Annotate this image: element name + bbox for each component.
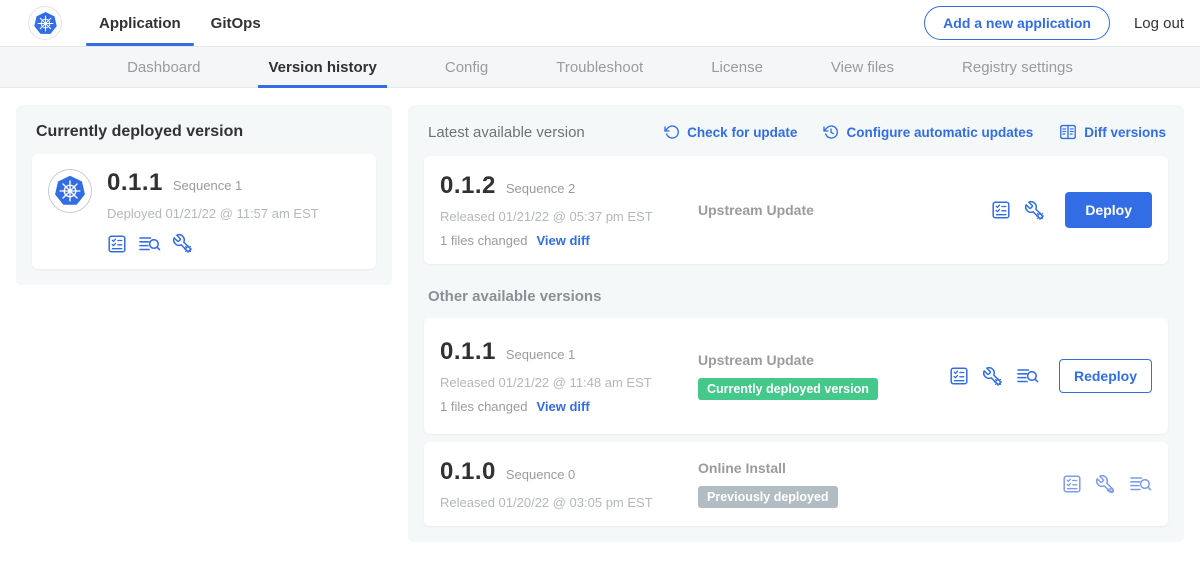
version-card-0-1-1: 0.1.1 Sequence 1 Released 01/21/22 @ 11:… <box>424 318 1168 434</box>
released-date: Released 01/20/22 @ 03:05 pm EST <box>440 495 698 510</box>
subnav-view-files[interactable]: View files <box>831 47 894 87</box>
version-card-0-1-2: 0.1.2 Sequence 2 Released 01/21/22 @ 05:… <box>424 156 1168 264</box>
deployed-version-number: 0.1.1 <box>107 169 163 197</box>
tab-application[interactable]: Application <box>84 0 196 46</box>
tab-gitops[interactable]: GitOps <box>196 0 276 46</box>
version-source-label: Upstream Update <box>698 352 949 368</box>
subnav-license[interactable]: License <box>711 47 763 87</box>
preflight-checklist-icon[interactable] <box>949 366 969 386</box>
subnav-troubleshoot[interactable]: Troubleshoot <box>556 47 643 87</box>
version-card-0-1-0: 0.1.0 Sequence 0 Released 01/20/22 @ 03:… <box>424 442 1168 526</box>
tab-gitops-label: GitOps <box>211 15 261 32</box>
top-nav: Application GitOps Add a new application… <box>0 0 1200 46</box>
sequence-label: Sequence 1 <box>506 347 575 362</box>
diff-icon <box>1059 123 1077 141</box>
version-number: 0.1.0 <box>440 458 496 486</box>
logout-link[interactable]: Log out <box>1134 15 1184 32</box>
previously-deployed-badge: Previously deployed <box>698 486 838 508</box>
app-kubernetes-icon <box>48 169 92 213</box>
sequence-label: Sequence 2 <box>506 181 575 196</box>
version-number: 0.1.2 <box>440 172 496 200</box>
files-changed-label: 1 files changed <box>440 233 527 248</box>
config-wrench-gear-icon[interactable] <box>1024 200 1045 221</box>
preflight-checklist-icon[interactable] <box>1062 474 1082 494</box>
version-source-label: Upstream Update <box>698 202 991 218</box>
diff-versions-link[interactable]: Diff versions <box>1059 123 1166 141</box>
tab-application-label: Application <box>99 15 181 32</box>
available-versions-panel: Latest available version Check for updat… <box>408 105 1184 542</box>
deployed-panel-title: Currently deployed version <box>36 123 376 141</box>
file-tree-search-icon[interactable] <box>1016 366 1039 386</box>
config-wrench-gear-icon[interactable] <box>982 366 1003 387</box>
view-diff-link[interactable]: View diff <box>536 399 589 414</box>
file-tree-search-icon[interactable] <box>138 234 161 254</box>
deployed-sequence-label: Sequence 1 <box>173 178 242 193</box>
subnav-version-history[interactable]: Version history <box>268 47 376 87</box>
add-application-button[interactable]: Add a new application <box>924 6 1110 40</box>
deployed-version-card: 0.1.1 Sequence 1 Deployed 01/21/22 @ 11:… <box>32 154 376 269</box>
app-subnav: Dashboard Version history Config Trouble… <box>0 46 1200 88</box>
config-wrench-gear-icon[interactable] <box>172 233 193 254</box>
currently-deployed-badge: Currently deployed version <box>698 378 878 400</box>
subnav-config[interactable]: Config <box>445 47 488 87</box>
files-changed-label: 1 files changed <box>440 399 527 414</box>
version-number: 0.1.1 <box>440 338 496 366</box>
currently-deployed-panel: Currently deployed version 0.1.1 Sequenc… <box>16 105 392 285</box>
deployed-date: Deployed 01/21/22 @ 11:57 am EST <box>107 206 319 221</box>
active-tab-underline <box>86 43 194 46</box>
other-versions-title: Other available versions <box>428 288 1166 305</box>
auto-update-clock-icon <box>823 124 839 140</box>
subnav-dashboard[interactable]: Dashboard <box>127 47 200 87</box>
check-for-update-link[interactable]: Check for update <box>664 124 797 140</box>
config-wrench-eye-icon[interactable] <box>1095 474 1116 495</box>
released-date: Released 01/21/22 @ 05:37 pm EST <box>440 209 698 224</box>
app-tabs: Application GitOps <box>84 0 276 46</box>
configure-automatic-updates-link[interactable]: Configure automatic updates <box>823 124 1033 140</box>
deploy-button[interactable]: Deploy <box>1065 192 1152 228</box>
file-tree-search-icon[interactable] <box>1129 474 1152 494</box>
top-nav-right: Add a new application Log out <box>924 6 1184 40</box>
preflight-checklist-icon[interactable] <box>107 234 127 254</box>
redeploy-button[interactable]: Redeploy <box>1059 359 1152 393</box>
released-date: Released 01/21/22 @ 11:48 am EST <box>440 375 698 390</box>
version-source-label: Online Install <box>698 460 1062 476</box>
sequence-label: Sequence 0 <box>506 467 575 482</box>
kubernetes-logo <box>28 6 62 40</box>
subnav-registry-settings[interactable]: Registry settings <box>962 47 1073 87</box>
latest-available-title: Latest available version <box>428 124 585 141</box>
preflight-checklist-icon[interactable] <box>991 200 1011 220</box>
view-diff-link[interactable]: View diff <box>536 233 589 248</box>
refresh-icon <box>664 124 680 140</box>
version-history-page: Currently deployed version 0.1.1 Sequenc… <box>0 88 1200 559</box>
